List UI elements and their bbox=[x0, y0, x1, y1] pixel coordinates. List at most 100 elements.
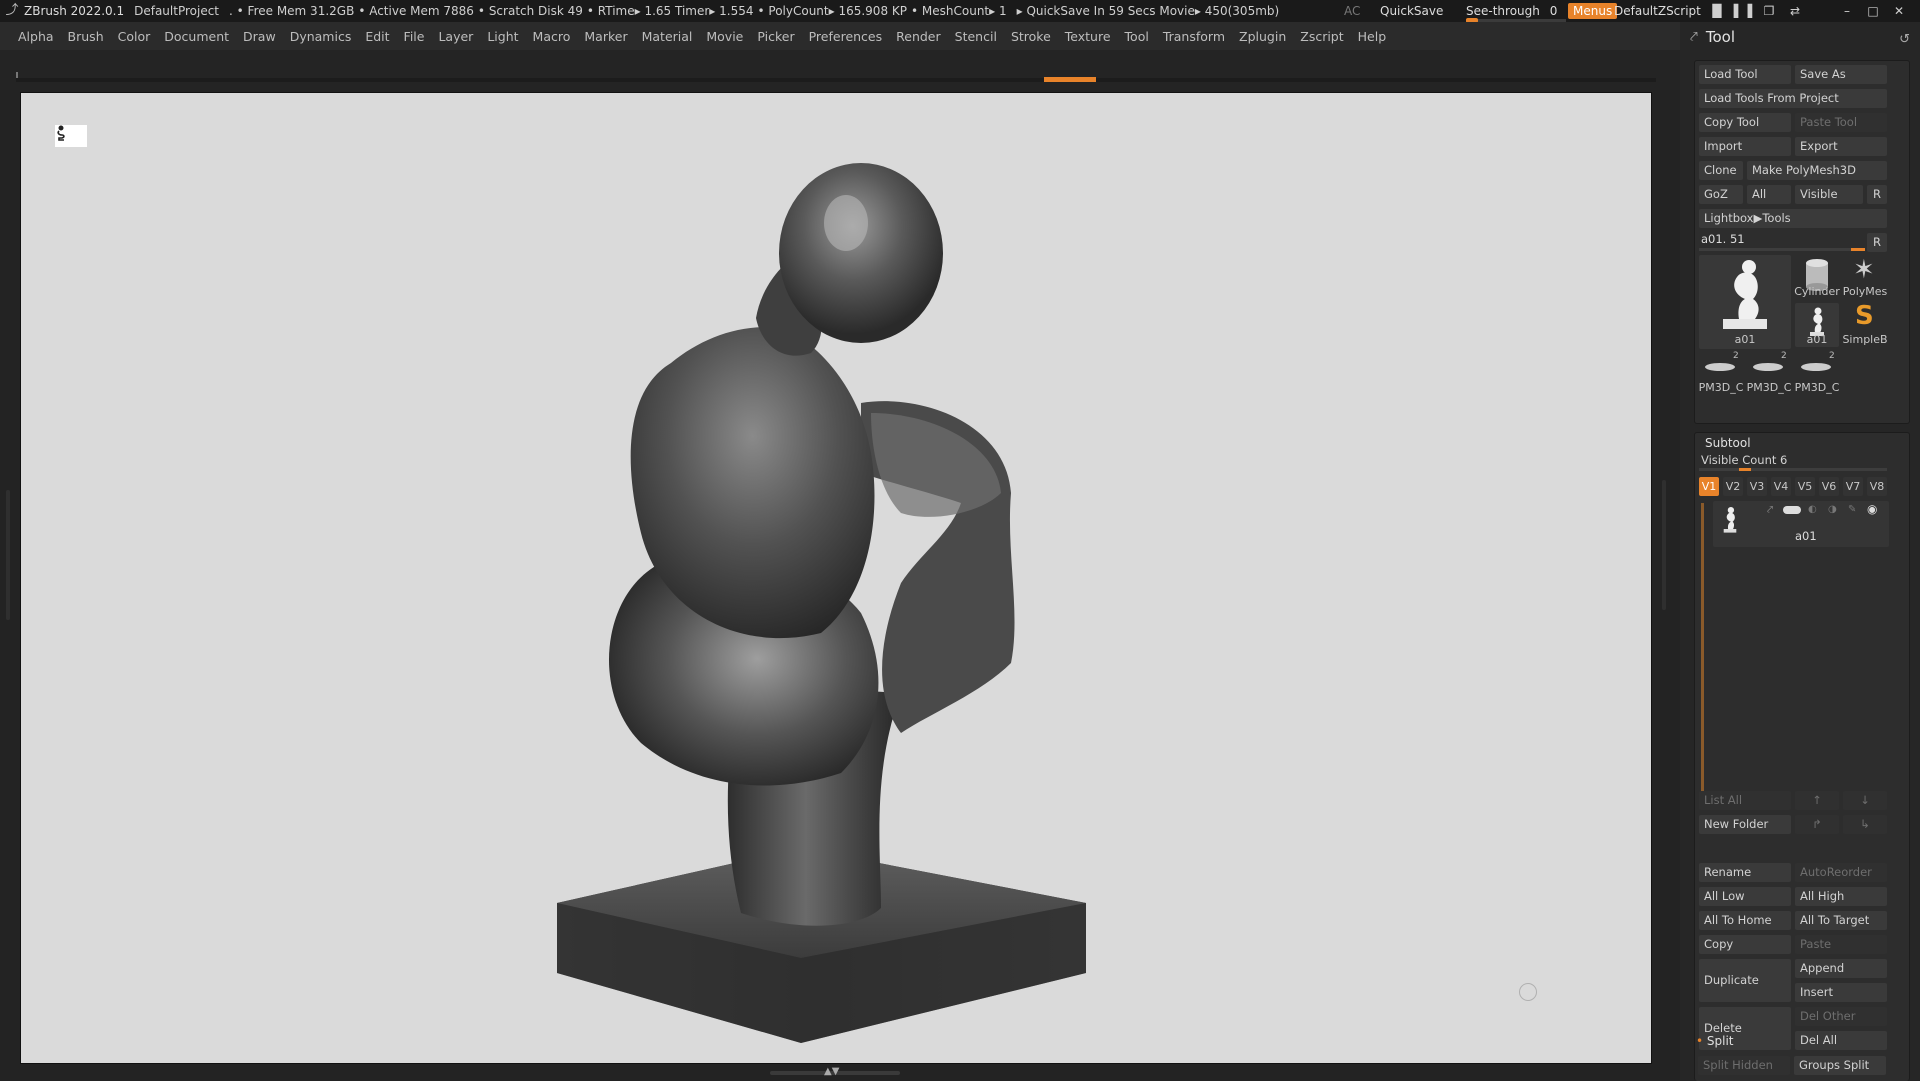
sculpture-render[interactable] bbox=[21, 93, 1651, 1063]
split-header[interactable]: • Split bbox=[1696, 1034, 1734, 1048]
load-tools-from-project-button[interactable]: Load Tools From Project bbox=[1699, 89, 1887, 108]
all-to-target-button[interactable]: All To Target bbox=[1795, 911, 1887, 930]
menu-texture[interactable]: Texture bbox=[1065, 29, 1111, 44]
menu-preferences[interactable]: Preferences bbox=[809, 29, 883, 44]
menu-alpha[interactable]: Alpha bbox=[18, 29, 54, 44]
tool-thumb-a01-small[interactable]: a01 bbox=[1795, 303, 1839, 347]
version-v6[interactable]: V6 bbox=[1819, 477, 1839, 496]
folder-in-icon[interactable]: ↳ bbox=[1843, 815, 1887, 834]
new-folder-button[interactable]: New Folder bbox=[1699, 815, 1791, 834]
del-all-button[interactable]: Del All bbox=[1795, 1031, 1887, 1050]
left-tray-grip[interactable] bbox=[6, 490, 10, 620]
move-up-icon[interactable]: ↑ bbox=[1795, 791, 1839, 810]
current-tool-slider[interactable]: a01. 51 bbox=[1699, 231, 1865, 251]
version-v4[interactable]: V4 bbox=[1771, 477, 1791, 496]
version-v7[interactable]: V7 bbox=[1843, 477, 1863, 496]
paste-button[interactable]: Paste bbox=[1795, 935, 1887, 954]
subtool-item-a01[interactable]: ⤤ ◐ ◑ ✎ ◉ a01 bbox=[1713, 501, 1889, 547]
tool-thumb-pm3d-3[interactable]: 2 PM3D_C bbox=[1795, 351, 1840, 395]
tool-thumb-simpleb[interactable]: S SimpleB bbox=[1842, 301, 1887, 347]
layout-right-icon[interactable]: ▌▐ bbox=[1730, 4, 1756, 18]
auto-reorder-button[interactable]: AutoReorder bbox=[1795, 863, 1887, 882]
swap-layout-icon[interactable]: ⇄ bbox=[1782, 4, 1808, 18]
menu-movie[interactable]: Movie bbox=[706, 29, 743, 44]
menu-zplugin[interactable]: Zplugin bbox=[1239, 29, 1286, 44]
copy-button[interactable]: Copy bbox=[1699, 935, 1791, 954]
navigation-thumbnail-icon[interactable] bbox=[55, 125, 87, 147]
reset-icon[interactable]: ↺ bbox=[1899, 32, 1910, 47]
del-other-button[interactable]: Del Other bbox=[1795, 1007, 1887, 1026]
clone-button[interactable]: Clone bbox=[1699, 161, 1743, 180]
duplicate-button[interactable]: Duplicate bbox=[1699, 959, 1791, 1002]
subtool-brush-icon[interactable]: ⤤ bbox=[1767, 503, 1773, 517]
minimize-icon[interactable]: – bbox=[1834, 4, 1860, 18]
menu-brush[interactable]: Brush bbox=[68, 29, 104, 44]
menu-macro[interactable]: Macro bbox=[533, 29, 571, 44]
goz-visible-button[interactable]: Visible bbox=[1795, 185, 1863, 204]
menu-edit[interactable]: Edit bbox=[365, 29, 389, 44]
menu-file[interactable]: File bbox=[404, 29, 425, 44]
goz-button[interactable]: GoZ bbox=[1699, 185, 1743, 204]
subtool-title[interactable]: Subtool bbox=[1705, 436, 1751, 450]
menu-help[interactable]: Help bbox=[1358, 29, 1387, 44]
split-hidden-button[interactable]: Split Hidden bbox=[1698, 1056, 1790, 1075]
maximize-icon[interactable]: □ bbox=[1860, 4, 1886, 18]
menus-toggle[interactable]: Menus bbox=[1568, 3, 1618, 19]
save-as-button[interactable]: Save As bbox=[1795, 65, 1887, 84]
bottom-tray-arrow-icon[interactable]: ▲▼ bbox=[824, 1066, 839, 1077]
shelf-active-indicator[interactable] bbox=[1044, 77, 1096, 82]
restore-layout-icon[interactable]: ❐ bbox=[1756, 4, 1782, 18]
make-polymesh3d-button[interactable]: Make PolyMesh3D bbox=[1747, 161, 1887, 180]
tool-thumb-pm3d-1[interactable]: 2 PM3D_C bbox=[1699, 351, 1744, 395]
goz-r-button[interactable]: R bbox=[1867, 185, 1887, 204]
all-high-button[interactable]: All High bbox=[1795, 887, 1887, 906]
menu-tool[interactable]: Tool bbox=[1125, 29, 1149, 44]
tool-thumb-cylinder[interactable]: Cylinder bbox=[1794, 255, 1840, 299]
layout-left-icon[interactable]: ▐▌ bbox=[1704, 4, 1730, 18]
insert-button[interactable]: Insert bbox=[1795, 983, 1887, 1002]
menu-dynamics[interactable]: Dynamics bbox=[290, 29, 352, 44]
visible-count-slider[interactable]: Visible Count 6 bbox=[1699, 453, 1887, 471]
menu-transform[interactable]: Transform bbox=[1163, 29, 1225, 44]
lightbox-tools-button[interactable]: Lightbox▶Tools bbox=[1699, 209, 1887, 228]
rename-button[interactable]: Rename bbox=[1699, 863, 1791, 882]
menu-zscript[interactable]: Zscript bbox=[1300, 29, 1343, 44]
right-tray-grip[interactable] bbox=[1662, 480, 1666, 610]
menu-document[interactable]: Document bbox=[164, 29, 229, 44]
tool-panel-header[interactable]: ⤤ Tool bbox=[1690, 28, 1735, 46]
copy-tool-button[interactable]: Copy Tool bbox=[1699, 113, 1791, 132]
menu-color[interactable]: Color bbox=[118, 29, 151, 44]
export-button[interactable]: Export bbox=[1795, 137, 1887, 156]
version-v2[interactable]: V2 bbox=[1723, 477, 1743, 496]
subtool-scrollbar[interactable] bbox=[1701, 503, 1704, 793]
all-low-button[interactable]: All Low bbox=[1699, 887, 1791, 906]
subtool-toggle-icon[interactable] bbox=[1783, 506, 1801, 514]
import-button[interactable]: Import bbox=[1699, 137, 1791, 156]
all-to-home-button[interactable]: All To Home bbox=[1699, 911, 1791, 930]
goz-all-button[interactable]: All bbox=[1747, 185, 1791, 204]
load-tool-button[interactable]: Load Tool bbox=[1699, 65, 1791, 84]
see-through-slider[interactable]: See-through 0 bbox=[1466, 4, 1566, 23]
version-v3[interactable]: V3 bbox=[1747, 477, 1767, 496]
menu-marker[interactable]: Marker bbox=[584, 29, 627, 44]
menu-draw[interactable]: Draw bbox=[243, 29, 276, 44]
menu-material[interactable]: Material bbox=[642, 29, 693, 44]
version-v5[interactable]: V5 bbox=[1795, 477, 1815, 496]
document-canvas[interactable] bbox=[20, 92, 1652, 1064]
menu-picker[interactable]: Picker bbox=[757, 29, 794, 44]
default-zscript-button[interactable]: DefaultZScript bbox=[1614, 4, 1701, 18]
tool-thumb-a01-large[interactable]: a01 bbox=[1699, 255, 1791, 349]
version-v8[interactable]: V8 bbox=[1867, 477, 1887, 496]
move-down-icon[interactable]: ↓ bbox=[1843, 791, 1887, 810]
menu-stroke[interactable]: Stroke bbox=[1011, 29, 1051, 44]
groups-split-button[interactable]: Groups Split bbox=[1794, 1056, 1886, 1075]
menu-stencil[interactable]: Stencil bbox=[955, 29, 997, 44]
close-icon[interactable]: ✕ bbox=[1886, 4, 1912, 18]
menu-light[interactable]: Light bbox=[487, 29, 518, 44]
menu-layer[interactable]: Layer bbox=[438, 29, 473, 44]
version-v1[interactable]: V1 bbox=[1699, 477, 1719, 496]
subtool-edit-icon[interactable]: ✎ bbox=[1848, 504, 1856, 515]
list-all-button[interactable]: List All bbox=[1699, 791, 1791, 810]
paste-tool-button[interactable]: Paste Tool bbox=[1795, 113, 1887, 132]
tool-thumb-pm3d-2[interactable]: 2 PM3D_C bbox=[1747, 351, 1792, 395]
